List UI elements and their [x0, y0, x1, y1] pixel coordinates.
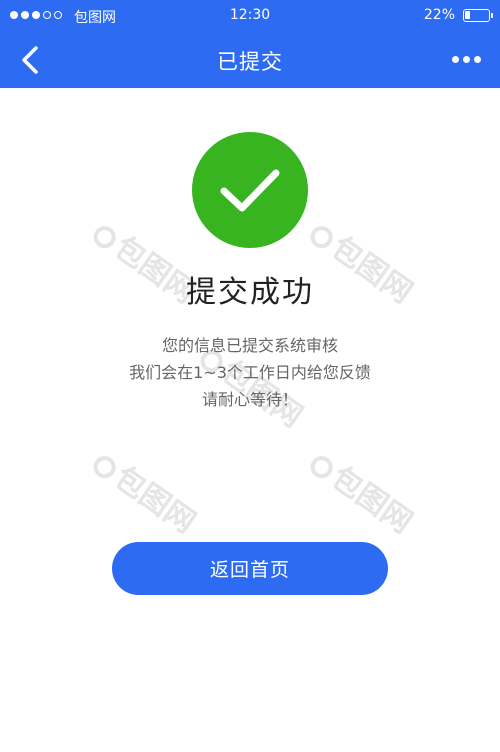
more-dot: [473, 55, 481, 63]
watermark-logo-icon: [89, 451, 121, 483]
top-header: 包图网 12:30 22% 已提交: [0, 0, 500, 88]
navigation-bar: 已提交: [0, 32, 500, 88]
watermark-text: 包图网: [107, 460, 202, 541]
watermark: 包图网: [86, 439, 206, 542]
result-title: 提交成功: [186, 275, 314, 310]
battery-percentage: 22%: [423, 7, 455, 23]
result-description-line: 请耐心等待！: [201, 390, 298, 409]
battery-icon: [463, 9, 490, 22]
checkmark-icon: [220, 169, 280, 212]
watermark-logo-icon: [306, 451, 338, 483]
more-dot: [462, 55, 470, 63]
battery-cap: [491, 13, 493, 18]
status-bar: 包图网 12:30 22%: [0, 0, 500, 32]
watermark: 包图网: [303, 439, 423, 542]
more-dots-icon: [451, 55, 459, 63]
success-badge: [192, 132, 308, 248]
return-home-button[interactable]: 返回首页: [112, 542, 388, 595]
more-button[interactable]: [446, 44, 486, 74]
result-description-line: 我们会在1~3个工作日内给您反馈: [129, 363, 371, 382]
result-description-line: 您的信息已提交系统审核: [161, 336, 338, 355]
battery-level-fill: [465, 11, 470, 19]
watermark-logo-icon: [306, 221, 338, 253]
watermark-text: 包图网: [324, 460, 419, 541]
page-title: 已提交: [217, 50, 283, 74]
watermark-logo-icon: [89, 221, 121, 253]
